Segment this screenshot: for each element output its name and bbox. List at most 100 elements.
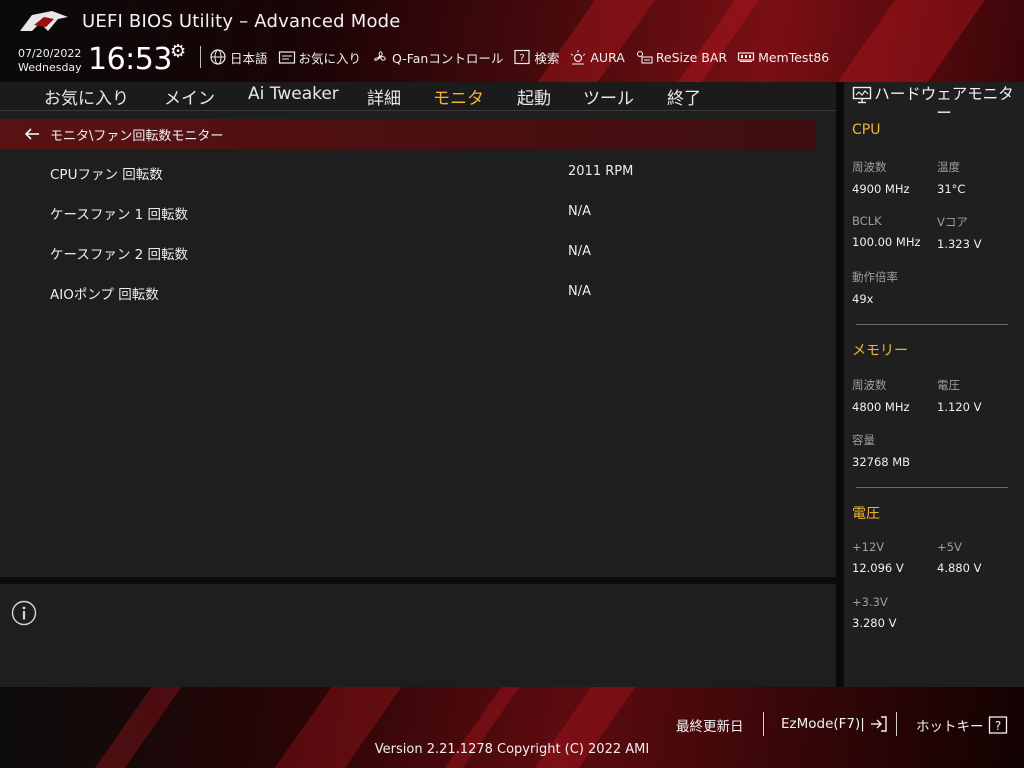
row-label: CPUファン 回転数 [50,167,163,183]
cpu-vcore-label: Vコア [937,215,968,229]
voltage-5v: +5V 4.880 V [937,540,981,575]
cpu-frequency-value: 4900 MHz [852,182,910,196]
memory-capacity-label: 容量 [852,433,875,447]
memory-voltage-label: 電圧 [937,378,960,392]
fan-speed-row-aio-pump[interactable]: AIOポンプ 回転数 N/A [0,271,816,311]
row-label: ケースファン 1 回転数 [50,207,188,223]
memory-capacity: 容量 32768 MB [852,432,910,469]
tab-advanced[interactable]: 詳細 [367,84,401,109]
cpu-temperature: 温度 31°C [937,159,965,196]
tab-monitor[interactable]: モニタ [433,84,484,113]
cpu-ratio: 動作倍率 49x [852,269,898,306]
ezmode-label: EzMode(F7)| [781,716,865,732]
hw-section-voltage: 電圧 [852,506,880,522]
language-button[interactable]: 日本語 [209,48,274,67]
tab-main[interactable]: メイン [164,84,215,109]
memory-voltage-value: 1.120 V [937,400,982,414]
app-title: UEFI BIOS Utility – Advanced Mode [82,11,401,32]
hw-section-memory: メモリー [852,343,908,359]
favorites-icon [278,51,295,64]
breadcrumb[interactable]: モニタ\ファン回転数モニター [0,119,816,149]
header-toolbar: 日本語 お気に入り Q-Fanコントロール ? 検索 AURA ReSize B… [198,46,839,68]
svg-text:?: ? [520,53,525,64]
language-label: 日本語 [230,50,268,66]
panel-separator [0,577,836,584]
cpu-ratio-value: 49x [852,292,874,306]
resize-bar-button[interactable]: ReSize BAR [635,49,733,65]
tab-tool[interactable]: ツール [583,84,634,109]
clock-settings-gear-icon[interactable]: ⚙ [170,41,186,62]
qfan-control-button[interactable]: Q-Fanコントロール [371,48,509,67]
monitor-screen-icon [852,86,872,104]
globe-icon [210,49,226,65]
hw-section-divider [856,487,1008,488]
fan-icon [374,51,386,61]
voltage-3v3-label: +3.3V [852,595,888,609]
cpu-vcore: Vコア 1.323 V [937,214,981,251]
help-question-icon: ? [988,716,1007,734]
footer-divider [896,712,897,736]
hw-section-cpu: CPU [852,122,881,138]
favorites-button[interactable]: お気に入り [278,48,368,67]
row-value: N/A [568,204,591,219]
cpu-bclk-value: 100.00 MHz [852,235,921,249]
search-button[interactable]: ? 検索 [513,48,565,67]
memory-frequency: 周波数 4800 MHz [852,377,910,414]
back-arrow-icon[interactable] [24,127,40,141]
fan-speed-row-chassis-1[interactable]: ケースファン 1 回転数 N/A [0,191,816,231]
svg-text:?: ? [994,719,1000,733]
exit-to-ezmode-icon [870,716,887,732]
tab-exit[interactable]: 終了 [667,84,701,109]
row-label: ケースファン 2 回転数 [50,247,188,263]
voltage-3v3-value: 3.280 V [852,616,897,630]
hardware-monitor-panel: ハードウェアモニター CPU 周波数 4900 MHz 温度 31°C BCLK… [844,82,1024,687]
voltage-12v-label: +12V [852,540,885,554]
cpu-temperature-label: 温度 [937,160,960,174]
help-panel [0,584,836,687]
fan-speed-row-chassis-2[interactable]: ケースファン 2 回転数 N/A [0,231,816,271]
date-display: 07/20/2022 Wednesday [18,47,82,75]
voltage-5v-value: 4.880 V [937,561,982,575]
tab-favorites[interactable]: お気に入り [44,84,129,109]
qfan-label: Q-Fanコントロール [392,50,504,66]
rog-logo-icon [20,11,68,31]
footer-divider [763,712,764,736]
voltage-12v: +12V 12.096 V [852,540,904,575]
version-info: Version 2.21.1278 Copyright (C) 2022 AMI [374,742,650,757]
footer-bar: 最終更新日 EzMode(F7)| ホットキー ? Version 2.21.1… [0,687,1024,768]
search-label: 検索 [534,50,560,66]
memtest-button[interactable]: MemTest86 [737,49,835,65]
cpu-ratio-label: 動作倍率 [852,270,898,284]
resize-bar-label: ReSize BAR [655,49,728,65]
ezmode-button[interactable]: EzMode(F7)| [781,715,889,733]
help-search-icon: ? [514,49,530,65]
header-bar: UEFI BIOS Utility – Advanced Mode 07/20/… [0,0,1024,82]
toolbar-divider [200,46,201,68]
tab-boot[interactable]: 起動 [517,84,551,109]
cpu-bclk-label: BCLK [852,214,882,228]
cpu-bclk: BCLK 100.00 MHz [852,214,921,249]
hw-monitor-border [836,82,844,687]
main-menu-bar: お気に入り メイン Ai Tweaker 詳細 モニタ 起動 ツール 終了 [0,82,836,113]
fan-speed-row-cpu[interactable]: CPUファン 回転数 2011 RPM [0,151,816,191]
last-modified-button[interactable]: 最終更新日 [676,715,744,735]
memory-capacity-value: 32768 MB [852,455,911,469]
row-value: N/A [568,244,591,259]
row-value: N/A [568,284,591,299]
breadcrumb-path: モニタ\ファン回転数モニター [50,128,224,144]
cpu-frequency: 周波数 4900 MHz [852,159,910,196]
row-value: 2011 RPM [568,164,634,179]
aura-label: AURA [590,49,625,65]
memory-frequency-label: 周波数 [852,378,887,392]
hw-section-divider [856,324,1008,325]
aura-button[interactable]: AURA [569,49,630,65]
main-panel: モニタ\ファン回転数モニター CPUファン 回転数 2011 RPM ケースファ… [0,111,836,577]
info-icon [11,600,37,626]
tab-ai-tweaker[interactable]: Ai Tweaker [248,84,339,104]
resize-bar-icon [636,50,653,64]
hotkeys-button[interactable]: ホットキー ? [916,715,1008,735]
voltage-5v-label: +5V [937,540,962,554]
favorites-label: お気に入り [298,50,362,66]
row-label: AIOポンプ 回転数 [50,287,159,303]
cpu-frequency-label: 周波数 [852,160,887,174]
